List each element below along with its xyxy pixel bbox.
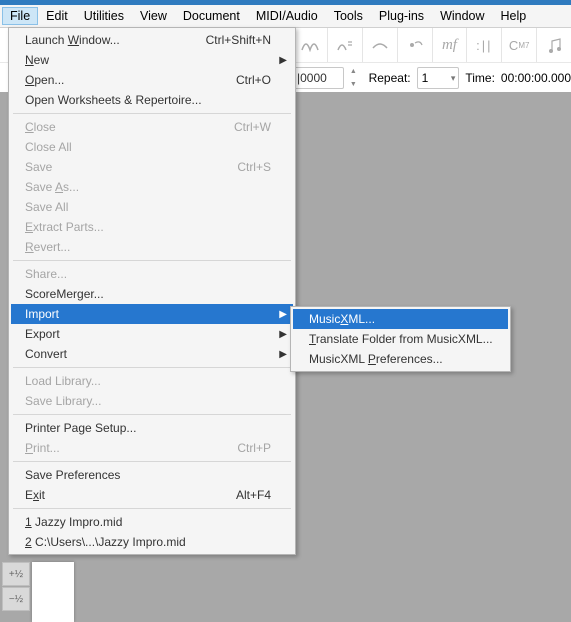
menu-bar: File Edit Utilities View Document MIDI/A… — [0, 5, 571, 28]
file-close-all[interactable]: Close All — [11, 137, 293, 157]
file-save[interactable]: SaveCtrl+S — [11, 157, 293, 177]
tool-icon-1[interactable] — [292, 28, 327, 62]
file-menu-dropdown: Launch Window... Ctrl+Shift+N New▶ Open.… — [8, 27, 296, 555]
file-convert[interactable]: Convert▶ — [11, 344, 293, 364]
menu-view[interactable]: View — [132, 7, 175, 25]
repeat-select[interactable]: 1 — [417, 67, 460, 89]
file-load-library[interactable]: Load Library... — [11, 371, 293, 391]
file-close[interactable]: CloseCtrl+W — [11, 117, 293, 137]
file-new[interactable]: New▶ — [11, 50, 293, 70]
file-share[interactable]: Share... — [11, 264, 293, 284]
menu-document[interactable]: Document — [175, 7, 248, 25]
tool-icon-6[interactable]: :|| — [466, 28, 501, 62]
file-save-all[interactable]: Save All — [11, 197, 293, 217]
menu-help[interactable]: Help — [493, 7, 535, 25]
file-export[interactable]: Export▶ — [11, 324, 293, 344]
file-open-worksheets[interactable]: Open Worksheets & Repertoire... — [11, 90, 293, 110]
file-scoremerger[interactable]: ScoreMerger... — [11, 284, 293, 304]
file-recent-1[interactable]: 1 Jazzy Impro.mid — [11, 512, 293, 532]
file-launch-window[interactable]: Launch Window... Ctrl+Shift+N — [11, 30, 293, 50]
separator — [13, 508, 291, 509]
file-recent-2[interactable]: 2 C:\Users\...\Jazzy Impro.mid — [11, 532, 293, 552]
measure-field[interactable]: |0000 — [292, 67, 344, 89]
import-translate-folder[interactable]: Translate Folder from MusicXML... — [293, 329, 508, 349]
zoom-tabs: +½ −½ — [2, 562, 30, 612]
file-save-library[interactable]: Save Library... — [11, 391, 293, 411]
separator — [13, 414, 291, 415]
page-preview — [32, 562, 74, 622]
menu-tools[interactable]: Tools — [326, 7, 371, 25]
separator — [13, 461, 291, 462]
file-open[interactable]: Open...Ctrl+O — [11, 70, 293, 90]
import-submenu: MusicXML... Translate Folder from MusicX… — [290, 306, 511, 372]
file-exit[interactable]: ExitAlt+F4 — [11, 485, 293, 505]
separator — [13, 367, 291, 368]
menu-file[interactable]: File — [2, 7, 38, 25]
time-value: 00:00:00.000 — [501, 71, 571, 85]
tool-icon-5[interactable]: mf — [432, 28, 467, 62]
file-page-setup[interactable]: Printer Page Setup... — [11, 418, 293, 438]
zoom-in-half[interactable]: +½ — [2, 562, 30, 586]
file-import[interactable]: Import▶ — [11, 304, 293, 324]
menu-edit[interactable]: Edit — [38, 7, 76, 25]
import-musicxml[interactable]: MusicXML... — [293, 309, 508, 329]
menu-midi-audio[interactable]: MIDI/Audio — [248, 7, 326, 25]
menu-utilities[interactable]: Utilities — [76, 7, 132, 25]
zoom-out-half[interactable]: −½ — [2, 587, 30, 611]
tool-icon-3[interactable] — [362, 28, 397, 62]
file-save-as[interactable]: Save As... — [11, 177, 293, 197]
separator — [13, 113, 291, 114]
file-revert[interactable]: Revert... — [11, 237, 293, 257]
file-extract-parts[interactable]: Extract Parts... — [11, 217, 293, 237]
file-save-preferences[interactable]: Save Preferences — [11, 465, 293, 485]
separator — [13, 260, 291, 261]
tool-icon-7[interactable]: CM7 — [501, 28, 536, 62]
measure-spinner[interactable]: ▲▼ — [350, 68, 363, 88]
tool-icon-8[interactable] — [536, 28, 571, 62]
tool-icon-2[interactable] — [327, 28, 362, 62]
menu-window[interactable]: Window — [432, 7, 492, 25]
repeat-label: Repeat: — [369, 71, 411, 85]
time-label: Time: — [465, 71, 495, 85]
import-musicxml-preferences[interactable]: MusicXML Preferences... — [293, 349, 508, 369]
tool-icon-4[interactable] — [397, 28, 432, 62]
file-print[interactable]: Print...Ctrl+P — [11, 438, 293, 458]
menu-plugins[interactable]: Plug-ins — [371, 7, 432, 25]
